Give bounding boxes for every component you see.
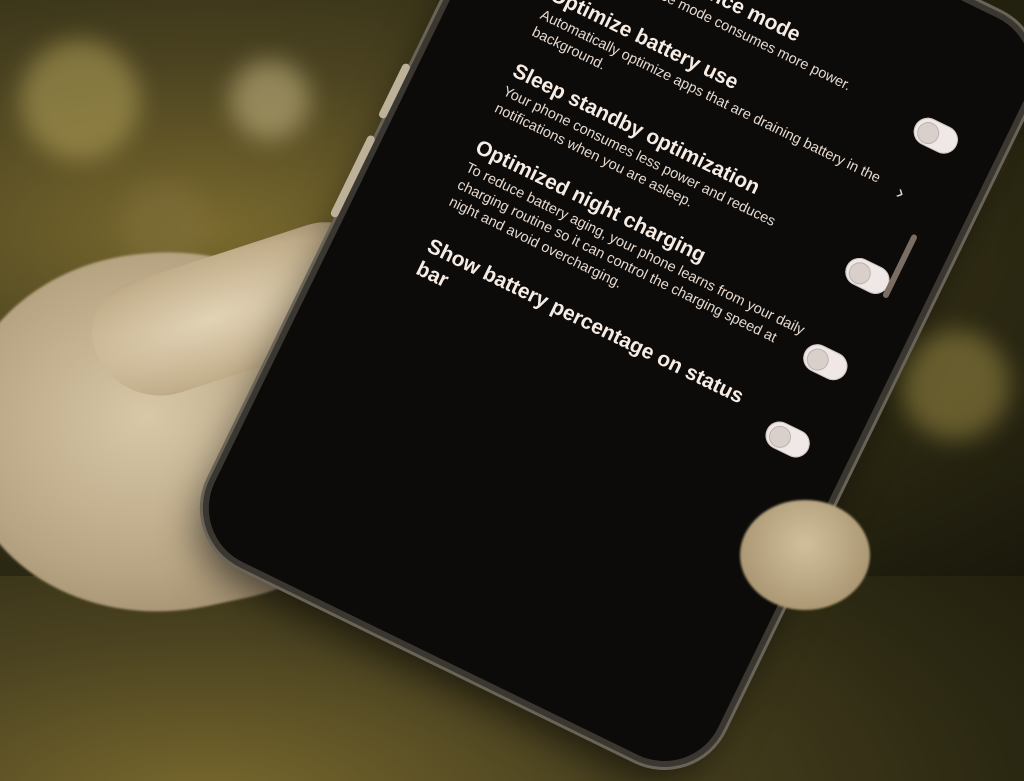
high-performance-toggle[interactable] [908,113,963,159]
finger [740,500,870,610]
toggle-knob [765,422,795,452]
night-charging-toggle[interactable] [798,339,853,385]
volume-button [377,62,412,120]
bokeh-light [900,330,1010,440]
chevron-right-icon[interactable]: › [892,182,909,206]
toggle-knob [802,344,833,375]
bokeh-light [230,60,310,140]
battery-percentage-toggle[interactable] [760,416,815,463]
toggle-knob [913,118,943,148]
toggle-knob [845,258,875,289]
bokeh-light [20,40,140,160]
